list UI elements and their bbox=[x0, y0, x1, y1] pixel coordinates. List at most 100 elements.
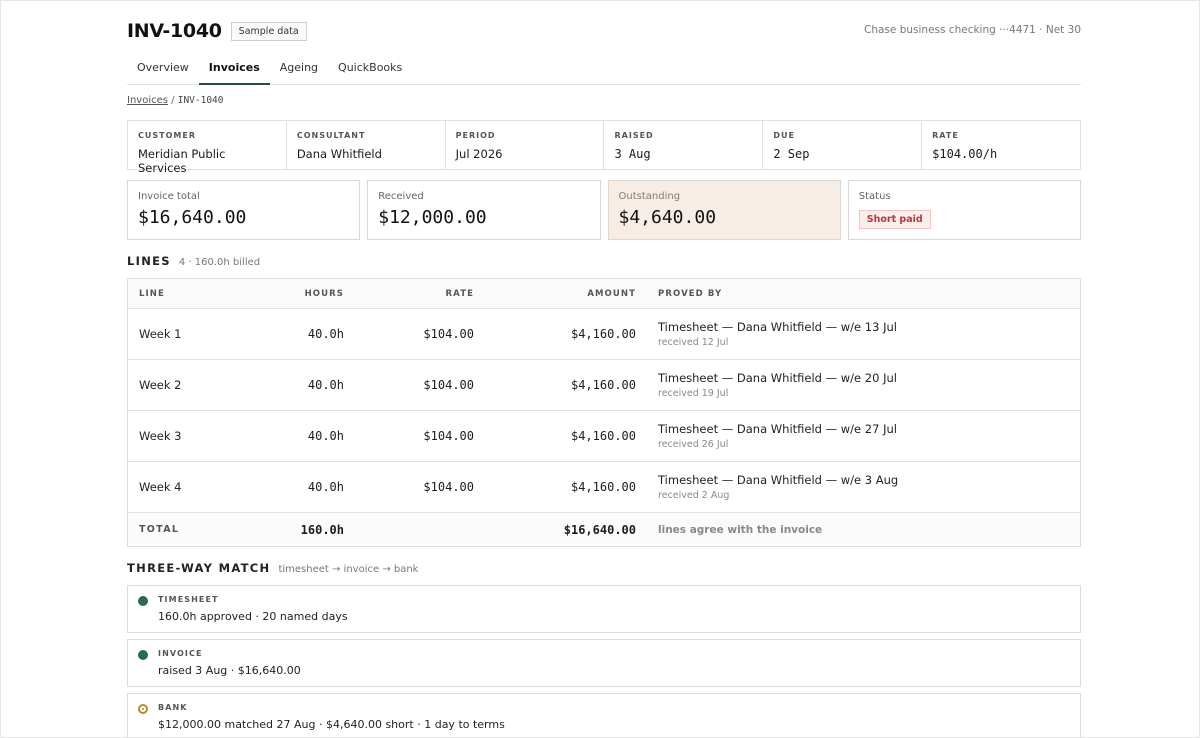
col-rate: Rate bbox=[445, 288, 474, 299]
line-amount: $4,160.00 bbox=[570, 378, 636, 392]
page-title: INV-1040 bbox=[127, 20, 222, 42]
match-timesheet: TIMESHEET 160.0h approved · 20 named day… bbox=[127, 585, 1081, 633]
status-card: Status Short paid bbox=[847, 180, 1081, 240]
match-bank: BANK $12,000.00 matched 27 Aug · $4,640.… bbox=[127, 693, 1081, 738]
line-hours: 40.0h bbox=[307, 429, 344, 443]
status-ok-icon bbox=[138, 650, 148, 660]
total-label: TOTAL bbox=[139, 524, 180, 535]
account-meta: Chase business checking ···4471 · Net 30 bbox=[864, 24, 1081, 36]
proof-description: Timesheet — Dana Whitfield — w/e 20 Jul bbox=[658, 371, 897, 385]
breadcrumb-invoices-link[interactable]: Invoices bbox=[127, 95, 168, 106]
match-value: 160.0h approved · 20 named days bbox=[158, 610, 348, 623]
total-note: lines agree with the invoice bbox=[658, 523, 823, 536]
info-label: Due bbox=[773, 131, 795, 140]
outstanding-card: Outstanding $4,640.00 bbox=[607, 180, 841, 240]
card-label: Status bbox=[858, 191, 891, 202]
info-consultant: Consultant Dana Whitfield bbox=[287, 121, 446, 169]
proof-description: Timesheet — Dana Whitfield — w/e 3 Aug bbox=[658, 473, 899, 487]
invoice-total-card: Invoice total $16,640.00 bbox=[127, 180, 361, 240]
table-row[interactable]: Week 2 40.0h $104.00 $4,160.00 Timesheet… bbox=[128, 360, 1080, 411]
match-invoice: INVOICE raised 3 Aug · $16,640.00 bbox=[127, 639, 1081, 687]
tab-invoices[interactable]: Invoices bbox=[198, 51, 270, 85]
line-proof: Timesheet — Dana Whitfield — w/e 13 Jul … bbox=[636, 320, 1080, 348]
lines-heading: LINES 4 · 160.0h billed bbox=[127, 254, 260, 268]
breadcrumb-separator: / bbox=[171, 95, 175, 106]
section-subtitle: 4 · 160.0h billed bbox=[178, 257, 261, 268]
info-label: Rate bbox=[932, 131, 959, 140]
col-line: Line bbox=[139, 288, 165, 299]
period-value: Jul 2026 bbox=[455, 147, 503, 161]
section-subtitle: timesheet → invoice → bank bbox=[278, 564, 419, 575]
col-amount: Amount bbox=[587, 288, 636, 299]
info-period: Period Jul 2026 bbox=[446, 121, 605, 169]
line-name: Week 2 bbox=[139, 378, 182, 392]
consultant-value: Dana Whitfield bbox=[296, 147, 382, 161]
line-proof: Timesheet — Dana Whitfield — w/e 3 Aug r… bbox=[636, 473, 1080, 501]
line-hours: 40.0h bbox=[307, 480, 344, 494]
line-rate: $104.00 bbox=[423, 327, 474, 341]
proof-description: Timesheet — Dana Whitfield — w/e 13 Jul bbox=[658, 320, 897, 334]
total-amount: $16,640.00 bbox=[563, 522, 636, 537]
tab-bar: Overview Invoices Ageing QuickBooks bbox=[127, 51, 1081, 85]
proof-description: Timesheet — Dana Whitfield — w/e 27 Jul bbox=[658, 422, 897, 436]
line-proof: Timesheet — Dana Whitfield — w/e 27 Jul … bbox=[636, 422, 1080, 450]
outstanding-value: $4,640.00 bbox=[618, 207, 717, 228]
line-proof: Timesheet — Dana Whitfield — w/e 20 Jul … bbox=[636, 371, 1080, 399]
proof-received: received 12 Jul bbox=[658, 337, 729, 348]
status-ok-icon bbox=[138, 596, 148, 606]
info-label: Customer bbox=[138, 131, 196, 140]
card-label: Invoice total bbox=[138, 191, 200, 202]
section-title: LINES bbox=[127, 254, 171, 268]
match-label: BANK bbox=[158, 703, 188, 712]
tab-ageing[interactable]: Ageing bbox=[270, 51, 328, 85]
proof-received: received 2 Aug bbox=[658, 490, 730, 501]
col-proved-by: Proved by bbox=[658, 288, 723, 299]
match-label: INVOICE bbox=[158, 649, 203, 658]
due-value: 2 Sep bbox=[773, 147, 810, 161]
table-row[interactable]: Week 1 40.0h $104.00 $4,160.00 Timesheet… bbox=[128, 309, 1080, 360]
match-heading: THREE-WAY MATCH timesheet → invoice → ba… bbox=[127, 561, 418, 575]
line-amount: $4,160.00 bbox=[570, 429, 636, 443]
line-rate: $104.00 bbox=[423, 429, 474, 443]
rate-value: $104.00/h bbox=[932, 147, 998, 161]
proof-received: received 19 Jul bbox=[658, 388, 729, 399]
match-label: TIMESHEET bbox=[158, 595, 219, 604]
match-value: $12,000.00 matched 27 Aug · $4,640.00 sh… bbox=[158, 718, 505, 731]
line-amount: $4,160.00 bbox=[570, 327, 636, 341]
breadcrumb-current: INV-1040 bbox=[177, 95, 224, 106]
line-rate: $104.00 bbox=[423, 480, 474, 494]
line-name: Week 4 bbox=[139, 480, 182, 494]
invoice-info-strip: Customer Meridian Public Services Consul… bbox=[127, 120, 1081, 175]
table-total-row: TOTAL 160.0h $16,640.00 lines agree with… bbox=[128, 513, 1080, 546]
line-hours: 40.0h bbox=[307, 378, 344, 392]
line-rate: $104.00 bbox=[423, 378, 474, 392]
status-badge: Short paid bbox=[858, 210, 931, 229]
match-value: raised 3 Aug · $16,640.00 bbox=[158, 664, 301, 677]
total-hours: 160.0h bbox=[300, 522, 344, 537]
info-rate: Rate $104.00/h bbox=[922, 121, 1080, 169]
amount-cards: Invoice total $16,640.00 Received $12,00… bbox=[127, 180, 1081, 240]
info-label: Raised bbox=[614, 131, 654, 140]
info-label: Period bbox=[455, 131, 496, 140]
received-card: Received $12,000.00 bbox=[367, 180, 601, 240]
lines-table: Line Hours Rate Amount Proved by Week 1 … bbox=[127, 278, 1081, 547]
table-header: Line Hours Rate Amount Proved by bbox=[128, 279, 1080, 309]
tab-quickbooks[interactable]: QuickBooks bbox=[328, 51, 412, 85]
sample-data-badge: Sample data bbox=[230, 21, 307, 41]
proof-received: received 26 Jul bbox=[658, 439, 729, 450]
card-label: Outstanding bbox=[618, 191, 681, 202]
table-row[interactable]: Week 3 40.0h $104.00 $4,160.00 Timesheet… bbox=[128, 411, 1080, 462]
line-hours: 40.0h bbox=[307, 327, 344, 341]
col-hours: Hours bbox=[304, 288, 344, 299]
info-label: Consultant bbox=[296, 131, 366, 140]
section-title: THREE-WAY MATCH bbox=[127, 561, 271, 575]
table-row[interactable]: Week 4 40.0h $104.00 $4,160.00 Timesheet… bbox=[128, 462, 1080, 513]
info-raised: Raised 3 Aug bbox=[604, 121, 764, 169]
invoice-total-value: $16,640.00 bbox=[138, 207, 247, 228]
status-warning-icon bbox=[138, 704, 148, 714]
page-header: INV-1040 Sample data Chase business chec… bbox=[127, 18, 1081, 44]
breadcrumb: Invoices / INV-1040 bbox=[127, 95, 223, 106]
tab-overview[interactable]: Overview bbox=[127, 51, 199, 85]
line-name: Week 3 bbox=[139, 429, 182, 443]
info-customer: Customer Meridian Public Services bbox=[128, 121, 287, 175]
